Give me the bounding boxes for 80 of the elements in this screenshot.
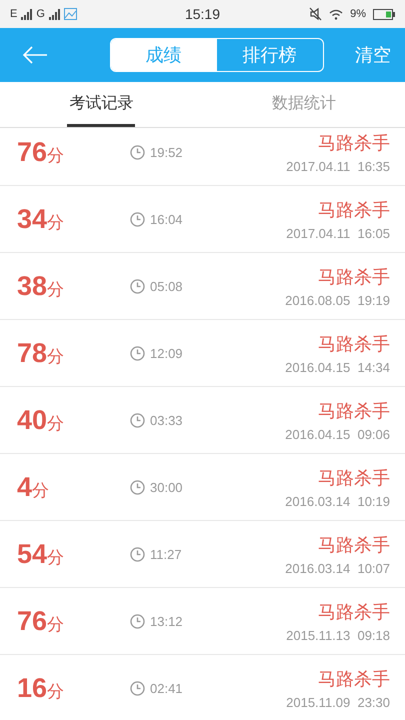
- record-row[interactable]: 54分 11:27 马路杀手 2016.03.14 10:07: [0, 521, 405, 588]
- clock-icon: [130, 546, 145, 562]
- date-time: 2015.11.13 09:18: [286, 628, 390, 642]
- score-value: 54: [17, 538, 48, 570]
- duration-text: 12:09: [150, 346, 183, 360]
- score-value: 34: [17, 204, 48, 234]
- score-unit: 分: [47, 212, 64, 234]
- score-value: 76: [17, 136, 48, 168]
- tab[interactable]: 考试记录: [67, 82, 136, 127]
- clock-time: 15:19: [184, 6, 220, 22]
- rank-title: 马路杀手: [318, 132, 390, 154]
- score-unit: 分: [32, 480, 50, 502]
- mute-icon: [309, 7, 322, 21]
- rank-title: 马路杀手: [318, 400, 390, 422]
- tab[interactable]: 数据统计: [270, 82, 338, 127]
- record-row[interactable]: 34分 16:04 马路杀手 2017.04.11 16:05: [0, 186, 405, 253]
- clock-icon: [130, 278, 145, 294]
- record-row[interactable]: 76分 19:52 马路杀手 2017.04.11 16:35: [0, 128, 405, 186]
- date-time: 2015.11.09 23:30: [286, 694, 390, 710]
- score-unit: 分: [47, 680, 64, 702]
- score-value: 78: [17, 338, 48, 368]
- score-unit: 分: [47, 546, 64, 568]
- rank-title: 马路杀手: [318, 266, 390, 288]
- duration-text: 30:00: [150, 480, 183, 494]
- duration-text: 03:33: [150, 412, 183, 428]
- wifi-icon: [329, 8, 344, 20]
- rank-title: 马路杀手: [318, 466, 390, 490]
- duration-text: 05:08: [150, 278, 183, 294]
- network-label: G: [36, 8, 45, 20]
- segment-tab[interactable]: 排行榜: [216, 39, 322, 71]
- record-row[interactable]: 38分 05:08 马路杀手 2016.08.05 19:19: [0, 253, 405, 320]
- clock-icon: [130, 480, 145, 494]
- date-time: 2017.04.11 16:05: [286, 226, 390, 240]
- signal-icon: [48, 8, 60, 20]
- battery-icon: [372, 8, 395, 20]
- score-unit: 分: [47, 144, 64, 166]
- record-row[interactable]: 78分 12:09 马路杀手 2016.04.15 14:34: [0, 320, 405, 387]
- duration-text: 11:27: [150, 546, 182, 562]
- duration-text: 13:12: [150, 614, 183, 628]
- image-icon: [64, 8, 77, 20]
- rank-title: 马路杀手: [318, 332, 390, 356]
- signal-icon: [21, 8, 32, 20]
- score-unit: 分: [47, 614, 64, 636]
- date-time: 2017.04.11 16:35: [286, 158, 390, 174]
- clock-icon: [130, 144, 145, 160]
- clear-button[interactable]: 清空: [355, 43, 391, 67]
- segment-tab[interactable]: 成绩: [110, 39, 216, 71]
- score-value: 4: [17, 472, 32, 502]
- score-unit: 分: [47, 412, 64, 434]
- duration-text: 02:41: [150, 680, 183, 696]
- rank-title: 马路杀手: [318, 668, 390, 690]
- duration-text: 19:52: [150, 144, 183, 160]
- record-row[interactable]: 4分 30:00 马路杀手 2016.03.14 10:19: [0, 454, 405, 521]
- back-button[interactable]: [22, 46, 48, 64]
- clock-icon: [130, 346, 145, 360]
- clock-icon: [130, 412, 145, 428]
- score-value: 76: [17, 606, 48, 636]
- record-row[interactable]: 76分 13:12 马路杀手 2015.11.13 09:18: [0, 588, 405, 655]
- clock-icon: [130, 614, 145, 628]
- rank-title: 马路杀手: [318, 600, 390, 624]
- rank-title: 马路杀手: [318, 198, 390, 222]
- date-time: 2016.04.15 09:06: [285, 426, 390, 442]
- record-row[interactable]: 16分 02:41 马路杀手 2015.11.09 23:30: [0, 655, 405, 720]
- score-unit: 分: [47, 278, 64, 300]
- date-time: 2016.03.14 10:19: [285, 494, 390, 508]
- battery-percent: 9%: [350, 8, 366, 20]
- network-label: E: [10, 8, 18, 20]
- back-arrow-icon: [22, 46, 48, 64]
- clock-icon: [130, 212, 145, 226]
- duration-text: 16:04: [150, 212, 183, 226]
- date-time: 2016.04.15 14:34: [285, 360, 390, 374]
- date-time: 2016.03.14 10:07: [285, 560, 390, 576]
- score-value: 16: [17, 672, 48, 704]
- score-unit: 分: [47, 346, 64, 368]
- date-time: 2016.08.05 19:19: [285, 292, 390, 308]
- score-value: 40: [17, 404, 48, 436]
- clock-icon: [130, 680, 145, 696]
- rank-title: 马路杀手: [318, 534, 390, 556]
- score-value: 38: [17, 270, 48, 302]
- record-row[interactable]: 40分 03:33 马路杀手 2016.04.15 09:06: [0, 387, 405, 454]
